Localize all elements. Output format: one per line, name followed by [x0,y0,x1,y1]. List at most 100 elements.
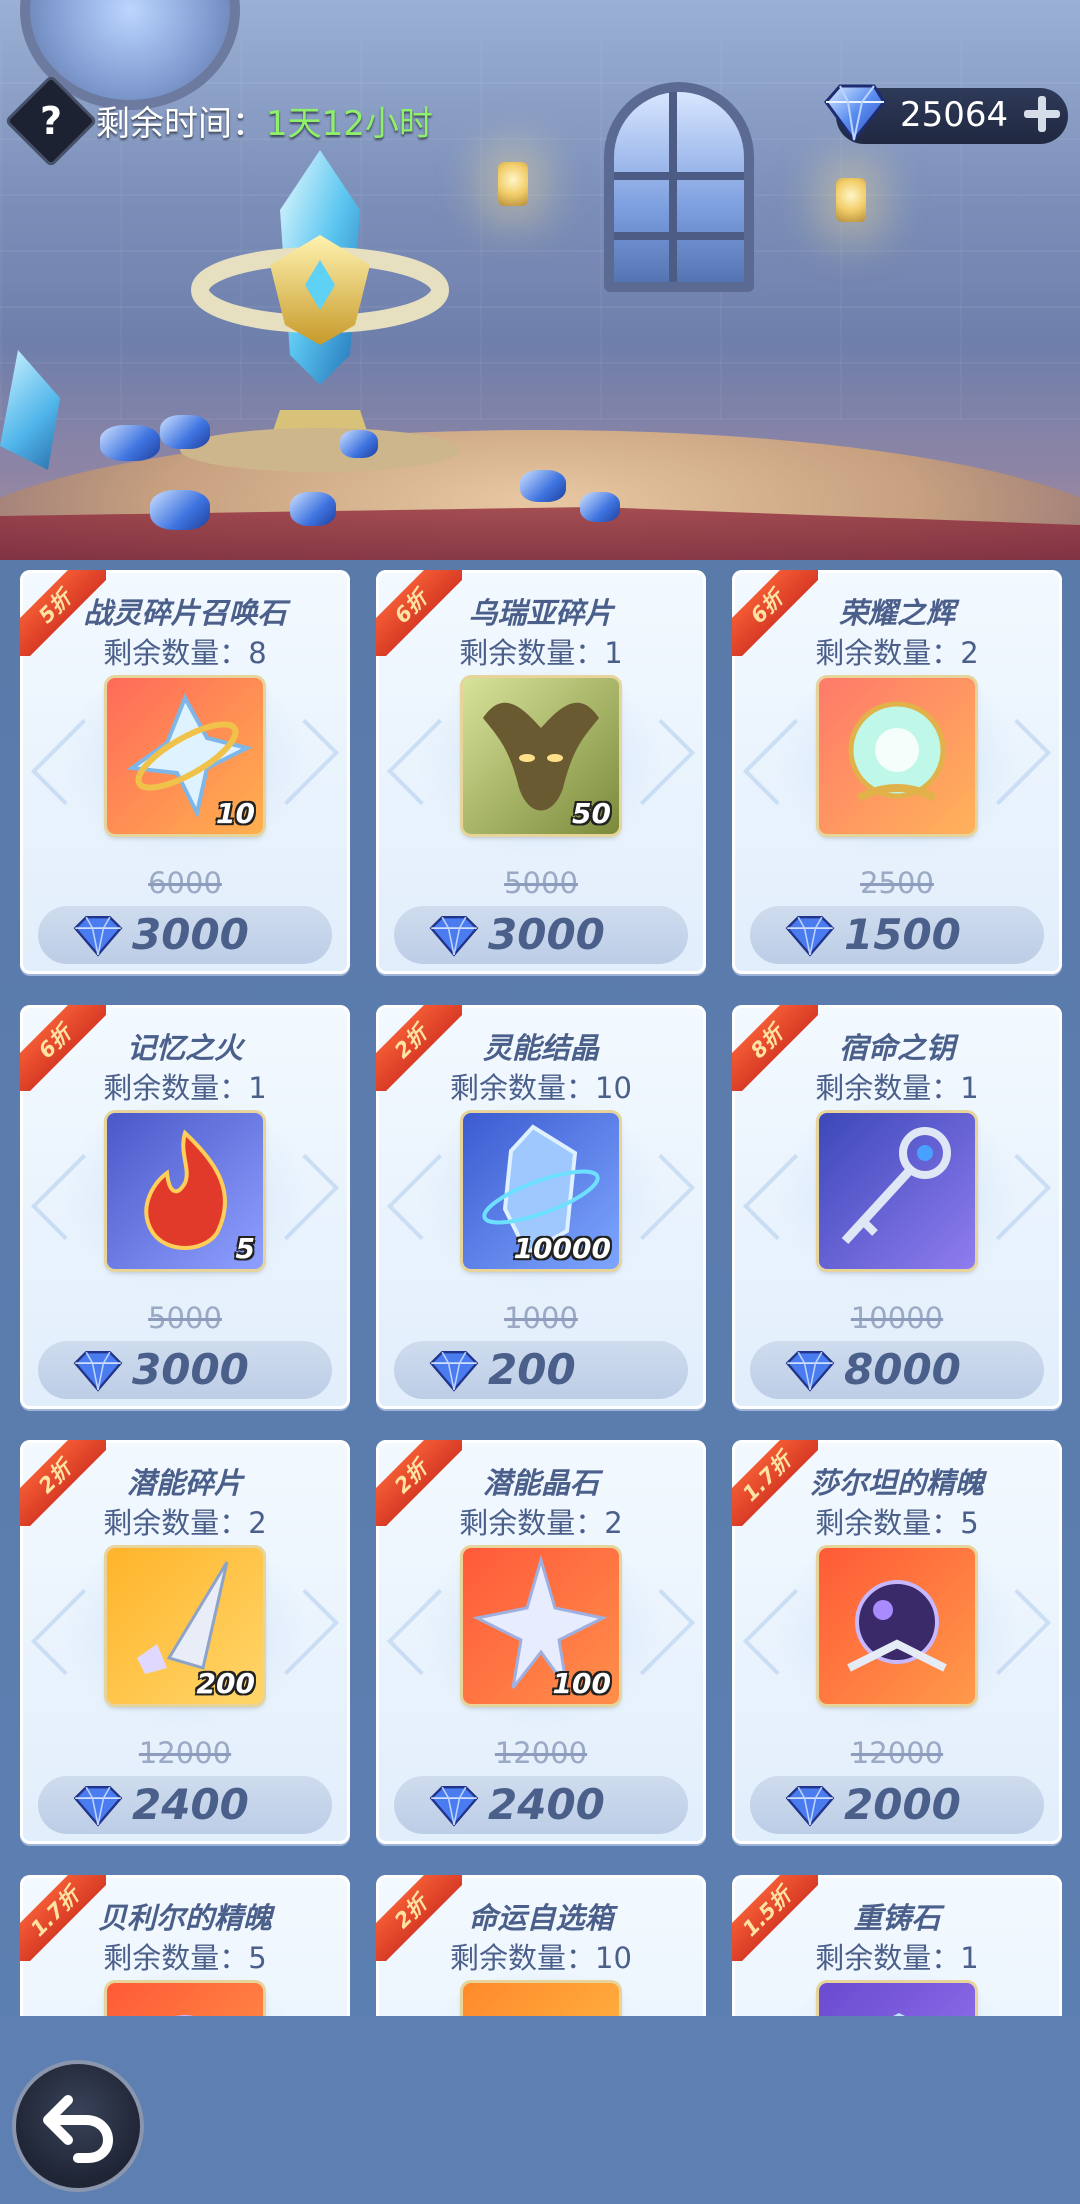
diamond-icon [426,1784,482,1828]
item-name: 记忆之火 [126,1031,243,1065]
sale-price: 3000 [132,1345,249,1394]
original-price: 1000 [376,1301,706,1335]
item-stock: 剩余数量：5 [815,1506,979,1540]
memory-fire-icon[interactable]: 5 [107,1113,263,1269]
potential-shard-icon[interactable]: 200 [107,1548,263,1704]
shop-item-card[interactable]: 6折 记忆之火 剩余数量：1 5 5000 3000 [20,1005,350,1409]
arched-window [604,82,754,292]
diamond-icon [782,914,838,958]
item-stock: 剩余数量：5 [103,1941,267,1975]
item-stock: 剩余数量：2 [459,1506,623,1540]
item-name: 乌瑞亚碎片 [468,596,614,630]
crystal-trophy-icon [170,140,470,480]
remaining-time: 剩余时间： 1天12小时 [96,96,433,145]
glory-orb-icon[interactable] [819,678,975,834]
diamond-icon [824,84,886,143]
item-quantity: 5 [235,1232,255,1265]
item-name: 潜能晶石 [482,1466,599,1500]
original-price: 12000 [732,1736,1062,1770]
item-stock: 剩余数量：1 [815,1071,979,1105]
shop-item-card[interactable]: 2折 潜能晶石 剩余数量：2 100 12000 2400 [376,1440,706,1844]
help-icon: ? [39,99,63,143]
item-stock: 剩余数量：8 [103,636,267,670]
item-name: 灵能结晶 [482,1031,599,1065]
shop-item-card[interactable]: 1.7折 莎尔坦的精魄 剩余数量：5 12000 2000 [732,1440,1062,1844]
item-stock: 剩余数量：2 [815,636,979,670]
banner-scene [0,0,1080,570]
original-price: 5000 [20,1301,350,1335]
psionic-crystal-icon[interactable]: 10000 [463,1113,619,1269]
sale-price: 3000 [488,910,605,959]
original-price-value: 12000 [494,1736,588,1770]
original-price: 10000 [732,1301,1062,1335]
diamond-icon [426,1349,482,1393]
shop-item-card[interactable]: 1.7折 贝利尔的精魄 剩余数量：5 [20,1875,350,2016]
item-name: 潜能碎片 [126,1466,243,1500]
diamond-icon [70,1784,126,1828]
diamond-icon [70,914,126,958]
time-value: 1天12小时 [266,104,433,144]
item-stock: 剩余数量：2 [103,1506,267,1540]
shop-item-card[interactable]: 2折 命运自选箱 剩余数量：10 [376,1875,706,2016]
original-price-value: 1000 [504,1301,578,1335]
shop-grid: 5折 战灵碎片召唤石 剩余数量：8 10 6000 3000 6折 乌瑞亚碎片 剩余数量：1 50… [0,560,1080,2016]
sale-price: 200 [488,1345,576,1394]
diamond-icon [782,1349,838,1393]
wall-lamp-right [836,178,866,222]
fate-box-icon[interactable] [463,1983,619,2016]
shop-item-card[interactable]: 2折 潜能碎片 剩余数量：2 200 12000 2400 [20,1440,350,1844]
potential-crystal-icon[interactable]: 100 [463,1548,619,1704]
shop-item-card[interactable]: 8折 宿命之钥 剩余数量：1 10000 8000 [732,1005,1062,1409]
back-arrow-icon [43,2095,114,2163]
reforge-stone-icon[interactable] [819,1983,975,2016]
destiny-key-icon[interactable] [819,1113,975,1269]
sale-price: 2400 [488,1780,605,1829]
wall-lamp-left [498,162,528,206]
shop-item-card[interactable]: 5折 战灵碎片召唤石 剩余数量：8 10 6000 3000 [20,570,350,974]
original-price-value: 6000 [148,866,222,900]
sale-price: 2400 [132,1780,249,1829]
item-name: 命运自选箱 [468,1901,614,1935]
shop-item-card[interactable]: 2折 灵能结晶 剩余数量：10 10000 1000 200 [376,1005,706,1409]
add-currency-button[interactable] [1022,94,1062,134]
shop-item-card[interactable]: 6折 乌瑞亚碎片 剩余数量：1 50 5000 3000 [376,570,706,974]
item-name: 荣耀之辉 [838,596,955,630]
currency-amount: 25064 [900,95,1009,135]
soul-orb-icon[interactable] [107,1983,263,2016]
time-label: 剩余时间： [96,104,266,144]
original-price: 2500 [732,866,1062,900]
original-price-value: 5000 [504,866,578,900]
item-stock: 剩余数量：10 [450,1071,632,1105]
item-stock: 剩余数量：1 [103,1071,267,1105]
summon-stone-icon[interactable]: 10 [107,678,263,834]
shop-item-card[interactable]: 6折 荣耀之辉 剩余数量：2 2500 1500 [732,570,1062,974]
original-price: 5000 [376,866,706,900]
item-quantity: 10 [216,797,255,830]
diamond-icon [426,914,482,958]
diamond-icon [782,1784,838,1828]
original-price-value: 12000 [138,1736,232,1770]
original-price: 12000 [376,1736,706,1770]
item-quantity: 100 [552,1667,611,1700]
item-name: 宿命之钥 [838,1031,955,1065]
sale-price: 2000 [844,1780,961,1829]
back-button[interactable] [12,2060,144,2192]
uriah-shard-icon[interactable]: 50 [463,678,619,834]
item-stock: 剩余数量：1 [459,636,623,670]
original-price: 6000 [20,866,350,900]
item-quantity: 200 [196,1667,255,1700]
item-name: 战灵碎片召唤石 [83,596,287,630]
shop-item-card[interactable]: 1.5折 重铸石 剩余数量：1 [732,1875,1062,2016]
sale-price: 3000 [132,910,249,959]
item-quantity: 10000 [513,1232,611,1265]
original-price-value: 12000 [850,1736,944,1770]
original-price: 12000 [20,1736,350,1770]
item-name: 重铸石 [853,1901,941,1935]
sale-price: 8000 [844,1345,961,1394]
soul-orb-icon[interactable] [819,1548,975,1704]
item-stock: 剩余数量：1 [815,1941,979,1975]
item-name: 贝利尔的精魄 [97,1901,272,1935]
sale-price: 1500 [844,910,961,959]
item-stock: 剩余数量：10 [450,1941,632,1975]
item-name: 莎尔坦的精魄 [809,1466,984,1500]
